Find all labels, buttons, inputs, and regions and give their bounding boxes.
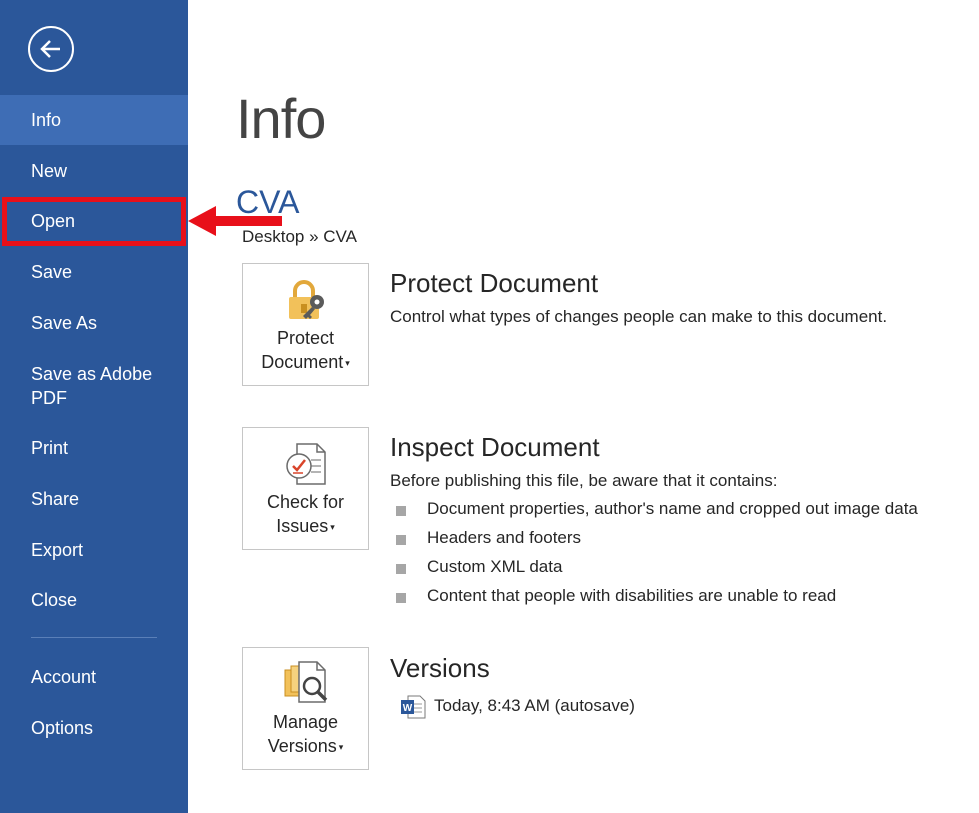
- sidebar-item-share[interactable]: Share: [0, 475, 188, 525]
- backstage-sidebar: Info New Open Save Save As Save as Adobe…: [0, 0, 188, 813]
- sidebar-item-label: Print: [31, 438, 69, 458]
- sidebar-item-info[interactable]: Info: [0, 95, 188, 145]
- version-entry-label: Today, 8:43 AM (autosave): [434, 696, 635, 715]
- sidebar-item-label: Save as Adobe PDF: [31, 364, 153, 408]
- sidebar-item-save-as-adobe-pdf[interactable]: Save as Adobe PDF: [0, 350, 188, 424]
- sidebar-item-label: Save As: [31, 313, 98, 333]
- check-for-issues-button[interactable]: Check for Issues ▾: [242, 427, 369, 550]
- sidebar-item-close[interactable]: Close: [0, 576, 188, 626]
- sidebar-item-export[interactable]: Export: [0, 526, 188, 576]
- bullet-square-icon: [396, 506, 406, 516]
- chevron-down-icon: ▾: [338, 742, 344, 753]
- sidebar-divider: [31, 637, 157, 638]
- back-arrow-icon: [40, 40, 60, 58]
- inspect-document-description: Before publishing this file, be aware th…: [390, 471, 778, 490]
- protect-document-label: Protect Document ▾: [261, 328, 350, 372]
- bullet-square-icon: [396, 593, 406, 603]
- sidebar-item-label: Account: [31, 667, 97, 687]
- list-item-text: Content that people with disabilities ar…: [427, 586, 837, 605]
- sidebar-item-label: Close: [31, 590, 78, 610]
- sidebar-item-label: Share: [31, 489, 80, 509]
- sidebar-item-save-as[interactable]: Save As: [0, 299, 188, 349]
- manage-versions-button[interactable]: Manage Versions ▾: [242, 647, 369, 770]
- list-item-text: Headers and footers: [427, 528, 582, 547]
- list-item-text: Document properties, author's name and c…: [427, 499, 918, 518]
- sidebar-item-options[interactable]: Options: [0, 704, 188, 754]
- sidebar-item-label: Options: [31, 718, 94, 738]
- sidebar-item-label: New: [31, 161, 68, 181]
- svg-text:W: W: [403, 703, 413, 714]
- word-doc-icon: W: [401, 695, 426, 719]
- versions-magnifier-icon: [284, 661, 328, 703]
- inspect-document-title: Inspect Document: [390, 432, 600, 462]
- sidebar-item-print[interactable]: Print: [0, 424, 188, 474]
- open-highlight-box: [2, 197, 186, 246]
- protect-document-title: Protect Document: [390, 268, 599, 298]
- sidebar-item-label: Export: [31, 540, 84, 560]
- lock-key-icon: [289, 280, 324, 319]
- back-button[interactable]: [28, 26, 74, 72]
- chevron-down-icon: ▾: [345, 358, 350, 369]
- chevron-down-icon: ▾: [330, 522, 335, 533]
- versions-title: Versions: [390, 653, 490, 683]
- bullet-square-icon: [396, 535, 406, 545]
- bullet-square-icon: [396, 564, 406, 574]
- list-item-text: Custom XML data: [427, 557, 563, 576]
- document-path[interactable]: Desktop » CVA: [242, 227, 357, 247]
- manage-versions-label: Manage Versions ▾: [267, 712, 344, 756]
- document-name: CVA: [236, 184, 300, 220]
- protect-document-button[interactable]: Protect Document ▾: [242, 263, 369, 386]
- sidebar-item-label: Save: [31, 262, 73, 282]
- sidebar-item-account[interactable]: Account: [0, 653, 188, 703]
- page-title: Info: [236, 87, 326, 150]
- sidebar-item-label: Info: [31, 110, 62, 130]
- check-for-issues-label: Check for Issues ▾: [266, 492, 345, 536]
- sidebar-item-save[interactable]: Save: [0, 248, 188, 298]
- protect-document-description: Control what types of changes people can…: [390, 307, 888, 326]
- checklist-icon: [286, 443, 326, 485]
- sidebar-item-new[interactable]: New: [0, 146, 188, 196]
